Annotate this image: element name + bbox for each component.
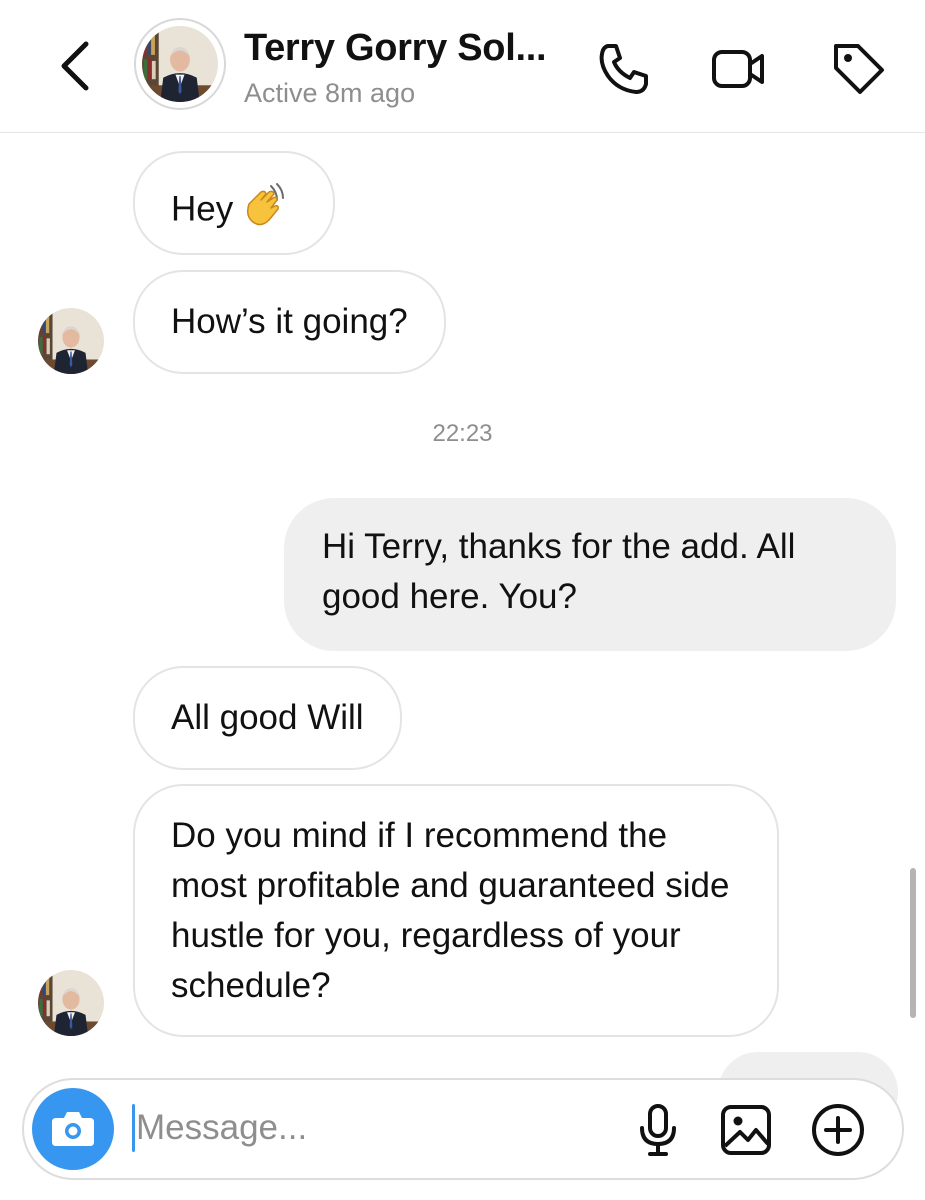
contact-avatar-small[interactable] [38, 970, 104, 1036]
camera-button[interactable] [32, 1088, 114, 1170]
voice-message-button[interactable] [630, 1102, 686, 1158]
message-text: All good Will [171, 698, 364, 737]
contact-name[interactable]: Terry Gorry Sol... [244, 27, 547, 70]
gallery-button[interactable] [718, 1102, 774, 1158]
text-cursor [132, 1104, 135, 1152]
message-text: Do you mind if I recommend the most prof… [171, 816, 730, 1005]
camera-icon [52, 1112, 94, 1146]
back-chevron-icon [61, 41, 89, 91]
message-text: Hi Terry, thanks for the add. All good h… [322, 527, 796, 616]
incoming-message[interactable]: All good Will [133, 666, 402, 770]
phone-icon [599, 44, 648, 94]
back-button[interactable] [52, 38, 100, 94]
message-text: How’s it going? [171, 302, 408, 341]
video-camera-icon [712, 50, 764, 88]
message-input[interactable] [136, 1098, 596, 1158]
contact-avatar-small[interactable] [38, 308, 104, 374]
contact-avatar[interactable] [134, 18, 226, 110]
message-text: Hey [171, 189, 234, 229]
add-circle-icon [812, 1104, 864, 1156]
scrollbar[interactable] [910, 868, 916, 1018]
incoming-message[interactable]: How’s it going? [133, 270, 446, 374]
add-button[interactable] [810, 1102, 866, 1158]
waving-hand-emoji [241, 178, 293, 244]
tag-button[interactable] [828, 38, 888, 98]
outgoing-message[interactable]: Hi Terry, thanks for the add. All good h… [284, 498, 896, 651]
audio-call-button[interactable] [594, 38, 654, 98]
image-icon [721, 1105, 771, 1155]
chat-header: Terry Gorry Sol... Active 8m ago [0, 0, 925, 133]
microphone-icon [640, 1104, 676, 1156]
incoming-message[interactable]: Hey [133, 151, 336, 255]
contact-status: Active 8m ago [244, 78, 416, 108]
tag-icon [834, 44, 884, 94]
message-timestamp: 22:23 [432, 420, 493, 447]
incoming-message[interactable]: Do you mind if I recommend the most prof… [133, 784, 779, 1037]
message-composer [22, 1078, 904, 1180]
video-call-button[interactable] [708, 38, 768, 98]
